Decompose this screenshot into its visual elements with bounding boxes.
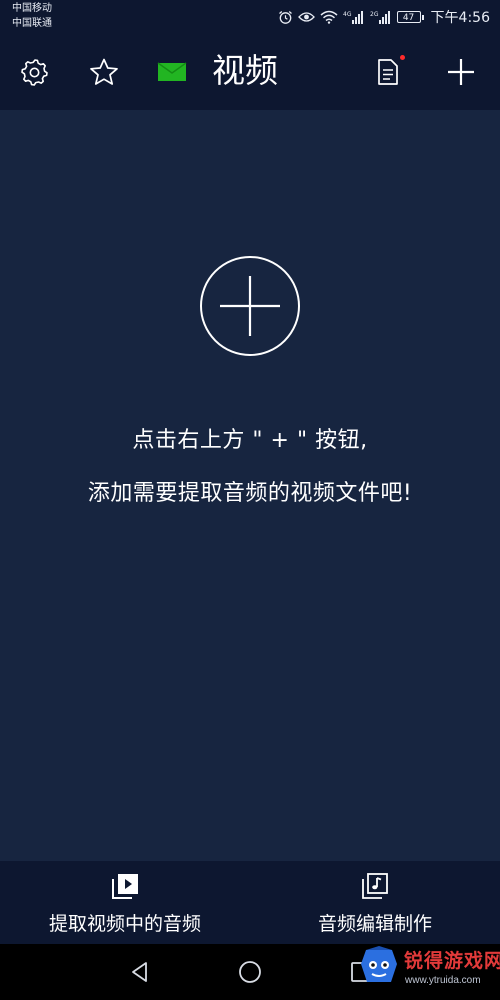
bottom-nav: 提取视频中的音频 音频编辑制作 bbox=[0, 861, 500, 944]
carrier-primary: 中国移动 bbox=[12, 3, 52, 14]
wifi-icon bbox=[320, 10, 338, 24]
notification-badge bbox=[400, 55, 405, 60]
watermark-logo-icon bbox=[358, 944, 400, 988]
top-toolbar: 视频 bbox=[0, 34, 500, 110]
empty-state: 点击右上方 " + " 按钮, 添加需要提取音频的视频文件吧! bbox=[0, 110, 500, 861]
plus-icon[interactable] bbox=[445, 56, 477, 88]
home-icon[interactable] bbox=[238, 960, 262, 984]
eye-icon bbox=[297, 11, 315, 23]
network-type-1: 4G bbox=[343, 11, 352, 18]
document-icon[interactable] bbox=[372, 56, 404, 88]
star-icon[interactable] bbox=[88, 56, 120, 88]
watermark-title: 锐得游戏网 bbox=[404, 950, 500, 972]
network-type-2: 2G bbox=[370, 11, 379, 18]
clock: 下午4:56 bbox=[430, 10, 490, 26]
gear-icon[interactable] bbox=[19, 56, 51, 88]
watermark: 锐得游戏网 www.ytruida.com bbox=[358, 940, 500, 998]
watermark-url: www.ytruida.com bbox=[405, 975, 481, 986]
battery-level: 47 bbox=[396, 11, 421, 23]
page-title: 视频 bbox=[212, 51, 278, 90]
status-indicators: 4G 2G 47 下午4:56 bbox=[278, 6, 490, 28]
music-note-icon bbox=[360, 871, 390, 901]
video-play-icon bbox=[110, 871, 140, 901]
circle-plus-icon[interactable] bbox=[199, 255, 301, 357]
nav-item-audio-edit[interactable]: 音频编辑制作 bbox=[250, 861, 500, 944]
signal-icon: 4G bbox=[343, 10, 365, 24]
back-icon[interactable] bbox=[128, 960, 152, 984]
carrier-secondary: 中国联通 bbox=[12, 18, 52, 29]
empty-hint-line-2: 添加需要提取音频的视频文件吧! bbox=[87, 481, 413, 506]
nav-label-audio-edit: 音频编辑制作 bbox=[317, 913, 432, 935]
envelope-icon[interactable] bbox=[156, 56, 188, 88]
nav-label-extract-audio: 提取视频中的音频 bbox=[48, 913, 201, 935]
nav-item-extract-audio[interactable]: 提取视频中的音频 bbox=[0, 861, 250, 944]
battery-icon: 47 bbox=[396, 11, 424, 23]
empty-hint-line-1: 点击右上方 " + " 按钮, bbox=[132, 428, 368, 453]
status-bar: 中国移动 中国联通 4G 2G 47 下午4:56 bbox=[0, 0, 500, 34]
signal-icon-secondary: 2G bbox=[370, 10, 392, 24]
alarm-icon bbox=[278, 10, 293, 25]
